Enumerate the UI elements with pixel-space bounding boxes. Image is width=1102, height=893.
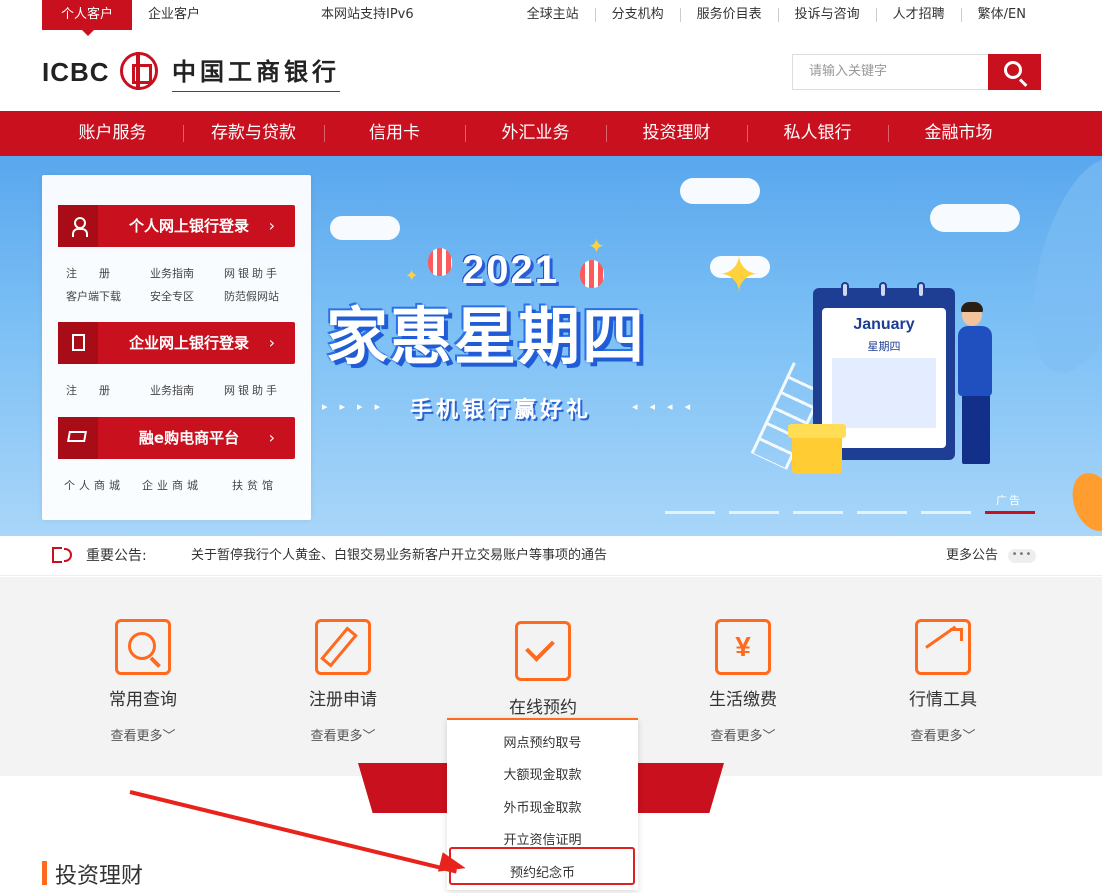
link-corp-ebank-assistant[interactable]: 网银助手 xyxy=(224,382,280,398)
star-icon: ✦ xyxy=(588,234,605,258)
section-accent-bar xyxy=(42,861,47,885)
view-more-link[interactable]: 查看更多﹀ xyxy=(643,725,843,744)
top-bar: 个人客户 企业客户 本网站支持IPv6 全球主站 分支机构 服务价目表 投诉与咨… xyxy=(0,0,1102,36)
nav-investment[interactable]: 投资理财 xyxy=(606,111,747,156)
search-input[interactable]: 请输入关键字 xyxy=(792,54,989,90)
link-anti-phishing[interactable]: 防范假网站 xyxy=(224,288,279,304)
banner-subtitle: 手机银行赢好礼 xyxy=(410,398,593,423)
more-dots-icon[interactable]: ••• xyxy=(1008,549,1036,563)
link-language[interactable]: 繁体/EN xyxy=(960,8,1042,22)
view-more-link[interactable]: 查看更多﹀ xyxy=(843,725,1043,744)
ad-label: 广告 xyxy=(996,494,1022,507)
corporate-ebank-login-button[interactable]: 企业网上银行登录 › xyxy=(58,322,295,364)
speaker-icon xyxy=(52,547,62,563)
gift-box-illustration xyxy=(788,424,846,474)
link-price-list[interactable]: 服务价目表 xyxy=(679,8,778,22)
link-client-download[interactable]: 客户端下载 xyxy=(66,288,121,304)
carousel-dot-active[interactable] xyxy=(985,511,1035,514)
link-global-site[interactable]: 全球主站 xyxy=(511,8,595,22)
carousel-dot[interactable] xyxy=(665,511,715,514)
announcement-bar: 重要公告: 关于暂停我行个人黄金、白银交易业务新客户开立交易账户等事项的通告 更… xyxy=(0,536,1102,576)
login-panel: 个人网上银行登录 › 注 册 业务指南 网银助手 客户端下载 安全专区 防范假网… xyxy=(42,175,311,520)
nav-deposits-loans[interactable]: 存款与贷款 xyxy=(183,111,324,156)
link-ebank-assistant[interactable]: 网银助手 xyxy=(224,265,280,281)
menu-item-branch-queue[interactable]: 网点预约取号 xyxy=(447,732,638,751)
menu-item-large-cash-withdrawal[interactable]: 大额现金取款 xyxy=(447,764,638,783)
search-button[interactable] xyxy=(988,54,1041,90)
tab-personal-customer[interactable]: 个人客户 xyxy=(42,0,132,36)
document-icon xyxy=(72,334,85,351)
link-complaints[interactable]: 投诉与咨询 xyxy=(777,8,876,22)
link-corp-register[interactable]: 注 册 xyxy=(66,382,110,398)
more-announcements-link[interactable]: 更多公告 xyxy=(946,536,998,576)
chevron-right-icon: › xyxy=(268,216,275,235)
balloon-icon xyxy=(580,260,604,288)
tab-corporate-customer[interactable]: 企业客户 xyxy=(148,0,200,30)
section-title-investment: 投资理财 xyxy=(55,864,144,889)
balloon-icon xyxy=(428,248,452,276)
view-more-link[interactable]: 查看更多﹀ xyxy=(243,725,443,744)
link-business-guide[interactable]: 业务指南 xyxy=(150,265,194,281)
link-register[interactable]: 注 册 xyxy=(66,265,110,281)
pen-icon xyxy=(315,619,371,675)
menu-item-foreign-cash-withdrawal[interactable]: 外币现金取款 xyxy=(447,797,638,816)
chevron-right-icon: › xyxy=(268,333,275,352)
carousel-dot[interactable] xyxy=(857,511,907,514)
shopping-cart-icon xyxy=(67,431,87,442)
icbc-logo-icon[interactable] xyxy=(120,52,158,90)
link-corp-business-guide[interactable]: 业务指南 xyxy=(150,382,194,398)
magnifier-icon xyxy=(115,619,171,675)
calendar-check-icon xyxy=(515,621,571,681)
banner-title: 家惠星期四 xyxy=(326,300,647,373)
link-poverty-relief[interactable]: 扶贫馆 xyxy=(232,477,277,493)
header: ICBC 中国工商银行 请输入关键字 xyxy=(0,30,1102,111)
nav-foreign-exchange[interactable]: 外汇业务 xyxy=(465,111,606,156)
ipv6-notice: 本网站支持IPv6 xyxy=(321,7,414,22)
link-security-zone[interactable]: 安全专区 xyxy=(150,288,194,304)
view-more-link[interactable]: 查看更多﹀ xyxy=(43,725,243,744)
highlight-box xyxy=(449,847,635,885)
main-nav: 账户服务 存款与贷款 信用卡 外汇业务 投资理财 私人银行 金融市场 xyxy=(0,111,1102,156)
logo-chinese-name[interactable]: 中国工商银行 xyxy=(172,52,340,92)
personal-ebank-login-button[interactable]: 个人网上银行登录 › xyxy=(58,205,295,247)
nav-account-services[interactable]: 账户服务 xyxy=(42,111,183,156)
user-icon xyxy=(72,217,88,237)
link-enterprise-mall[interactable]: 企业商城 xyxy=(142,477,202,493)
calendar-day: 星期四 xyxy=(867,340,901,353)
menu-item-credit-certificate[interactable]: 开立资信证明 xyxy=(447,829,638,848)
star-icon: ✦ xyxy=(405,266,419,285)
yen-icon: ¥ xyxy=(715,619,771,675)
nav-private-banking[interactable]: 私人银行 xyxy=(747,111,888,156)
nav-credit-card[interactable]: 信用卡 xyxy=(324,111,465,156)
arrow-decoration-icon: ▸▸▸▸ xyxy=(322,400,393,413)
announcement-text[interactable]: 关于暂停我行个人黄金、白银交易业务新客户开立交易账户等事项的通告 xyxy=(191,536,607,576)
ecommerce-platform-button[interactable]: 融e购电商平台 › xyxy=(58,417,295,459)
trend-chart-icon xyxy=(915,619,971,675)
top-links: 全球主站 分支机构 服务价目表 投诉与咨询 人才招聘 繁体/EN xyxy=(511,0,1042,30)
search-icon xyxy=(1004,61,1022,79)
calendar-month: January xyxy=(853,316,915,333)
link-personal-mall[interactable]: 个人商城 xyxy=(64,477,124,493)
chevron-right-icon: › xyxy=(268,428,275,447)
announcement-label: 重要公告: xyxy=(86,548,147,564)
carousel-dot[interactable] xyxy=(729,511,779,514)
carousel-dot[interactable] xyxy=(793,511,843,514)
arrow-decoration-icon: ◂◂◂◂ xyxy=(632,400,703,413)
star-icon: ✦ xyxy=(718,246,760,304)
link-careers[interactable]: 人才招聘 xyxy=(875,8,961,22)
nav-financial-markets[interactable]: 金融市场 xyxy=(888,111,1029,156)
logo-text[interactable]: ICBC xyxy=(42,57,110,88)
carousel-dot[interactable] xyxy=(921,511,971,514)
link-branches[interactable]: 分支机构 xyxy=(594,8,680,22)
person-illustration xyxy=(958,326,992,396)
